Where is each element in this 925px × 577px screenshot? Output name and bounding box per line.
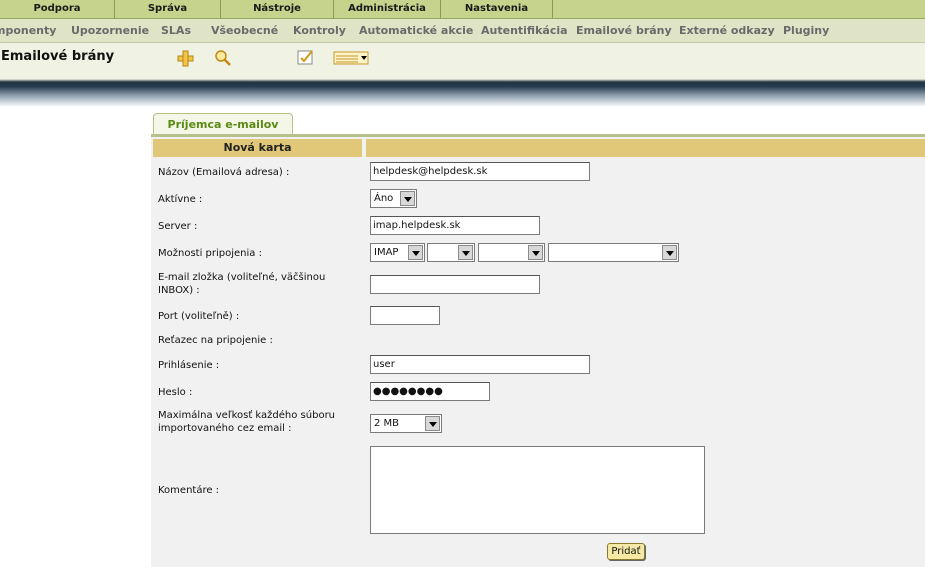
sub-menu-item-general[interactable]: Všeobecné [211,19,278,43]
sub-menu-item-email-gateways[interactable]: Emailové brány [576,19,672,43]
top-menu-item-administration[interactable]: Administrácia [334,0,441,19]
active-select-value: Áno [374,193,394,204]
sub-menu-item-slas[interactable]: SLAs [161,19,191,43]
page-title: Emailové brány [1,49,115,64]
folder-label: E-mail zložka (voliteľné, väčšinou INBOX… [158,272,326,296]
top-menu-item-support[interactable]: Podpora [0,0,115,19]
active-label: Aktívne : [158,194,203,205]
top-menu-item-tools[interactable]: Nástroje [221,0,334,19]
sub-menu-item-checks[interactable]: Kontroly [293,19,346,43]
max-size-select[interactable]: 2 MB [370,414,442,433]
connection-string-label: Reťazec na pripojenie : [158,335,273,346]
tab-email-receiver[interactable]: Príjemca e-mailov [153,113,293,135]
top-menu: Podpora Správa Nástroje Administrácia Na… [0,0,925,19]
sub-menu-item-plugins[interactable]: Pluginy [783,19,829,43]
add-icon[interactable] [175,48,197,68]
sub-menu-item-notifications[interactable]: Upozornenie [71,19,149,43]
connection-option-2-select[interactable] [427,243,475,262]
sub-menu-item-external-links[interactable]: Externé odkazy [679,19,775,43]
connection-protocol-select[interactable]: IMAP [370,243,425,262]
chevron-down-icon[interactable] [662,245,677,260]
search-icon[interactable] [213,48,235,68]
top-menu-item-management[interactable]: Správa [115,0,221,19]
login-label: Prihlásenie : [158,360,220,371]
top-menu-item-settings[interactable]: Nastavenia [441,0,553,19]
connection-option-3-select[interactable] [478,243,545,262]
sub-menu-item-automatic-actions[interactable]: Automatické akcie [359,19,473,43]
checkmark-icon[interactable] [296,48,318,68]
chevron-down-icon[interactable] [408,245,423,260]
port-label: Port (voliteľně) : [158,311,240,322]
chevron-down-icon[interactable] [425,416,440,431]
connection-option-4-select[interactable] [548,243,679,262]
active-select[interactable]: Áno [370,189,417,208]
max-size-label: Maximálna veľkosť každého súboru importo… [158,410,336,434]
add-button[interactable]: Pridať [607,543,645,560]
name-label: Názov (Emailová adresa) : [158,167,290,178]
folder-input[interactable] [370,275,540,294]
password-input[interactable]: ●●●●●●●● [370,382,490,401]
max-size-value: 2 MB [374,418,400,429]
server-label: Server : [158,221,198,232]
server-input[interactable]: imap.helpdesk.sk [370,216,540,235]
chevron-down-icon[interactable] [528,245,543,260]
connection-protocol-value: IMAP [374,247,399,258]
column-select-icon[interactable] [333,48,371,68]
sub-menu-item-authentication[interactable]: Autentifikácia [481,19,568,43]
chevron-down-icon[interactable] [458,245,473,260]
connection-options-label: Možnosti pripojenia : [158,248,262,259]
name-input[interactable]: helpdesk@helpdesk.sk [370,162,590,181]
comment-label: Komentáre : [158,485,220,496]
comment-textarea[interactable] [370,446,705,534]
header-gradient-band [0,73,925,107]
form-header-bar [366,139,925,157]
password-label: Heslo : [158,387,193,398]
sub-menu-item-components[interactable]: mponenty [0,19,56,43]
login-input[interactable]: user [370,355,590,374]
sub-menu: mponenty Upozornenie SLAs Všeobecné Kont… [0,19,925,43]
chevron-down-icon[interactable] [400,191,415,206]
form-header-title: Nová karta [153,139,362,157]
port-input[interactable] [370,306,440,325]
toolbar: Emailové brány [0,43,925,73]
